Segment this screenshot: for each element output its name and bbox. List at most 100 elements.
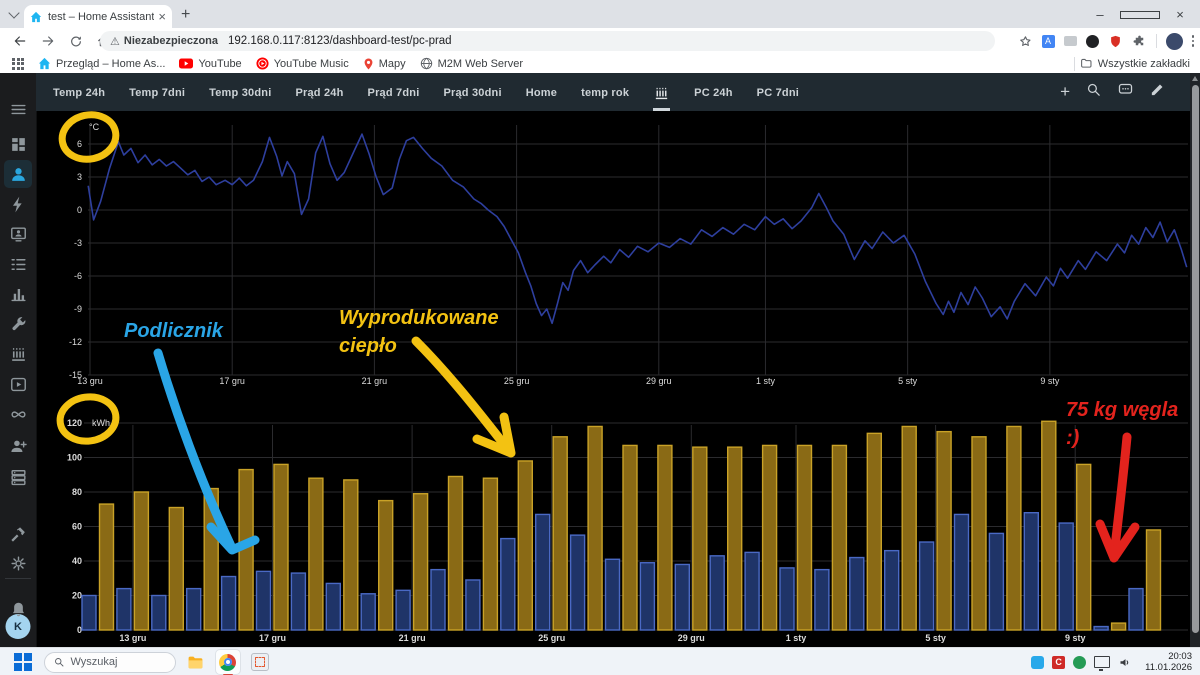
home-assistant-app: K Temp 24hTemp 7dniTemp 30dniPrąd 24hPrą…: [0, 73, 1200, 647]
sidebar-item-server[interactable]: [4, 463, 32, 491]
speaker-icon[interactable]: [1118, 655, 1133, 670]
snipping-tool-icon: [251, 653, 269, 671]
chrome-icon: [219, 654, 236, 671]
ha-header-actions: +: [1060, 73, 1166, 111]
sidebar-item-person[interactable]: [4, 160, 32, 188]
browser-toolbar: ⚠ Niezabezpieczona 192.168.0.117:8123/da…: [0, 28, 1200, 54]
time: 20:03: [1145, 651, 1192, 662]
bookmark-label: M2M Web Server: [438, 58, 523, 70]
window-minimize-button[interactable]: –: [1080, 7, 1120, 22]
snipping-tool-button[interactable]: [248, 650, 272, 674]
person-plus-icon: [9, 437, 28, 456]
scrollbar[interactable]: [1190, 73, 1200, 647]
tray-antivirus-icon[interactable]: [1073, 656, 1086, 669]
ha-tab-pc-7dni[interactable]: PC 7dni: [757, 73, 799, 111]
browser-tab[interactable]: test – Home Assistant ×: [24, 5, 172, 28]
extension-icon[interactable]: [1064, 36, 1077, 46]
browser-menu-icon[interactable]: [1192, 35, 1195, 47]
all-bookmarks-button[interactable]: Wszystkie zakładki: [1074, 57, 1190, 71]
windows-start-icon[interactable]: [14, 653, 32, 671]
menu-icon: [9, 100, 28, 119]
sidebar-item-person-badge[interactable]: [4, 220, 32, 248]
ha-view-tabs: Temp 24h Temp 7dni Temp 30dni Prąd 24h Prąd …: [53, 73, 799, 111]
url-bar[interactable]: ⚠ Niezabezpieczona 192.168.0.117:8123/da…: [100, 31, 995, 51]
network-icon[interactable]: [1094, 656, 1110, 668]
bookmark-item[interactable]: Przegląd – Home As...: [38, 57, 165, 70]
dashboard-icon: [9, 135, 28, 154]
translate-icon[interactable]: A: [1042, 35, 1055, 48]
bookmark-label: Przegląd – Home As...: [56, 58, 165, 70]
ha-pencil-button[interactable]: [1149, 81, 1166, 103]
apps-grid-icon[interactable]: [12, 58, 24, 70]
new-tab-button[interactable]: +: [181, 7, 190, 23]
ha-tab-temp-24h[interactable]: Temp 24h: [53, 73, 105, 111]
list-icon: [9, 255, 28, 274]
sidebar-item-radiator[interactable]: [4, 340, 32, 368]
windows-taskbar: Wyszukaj C 20:03 11.01.2026: [0, 647, 1200, 675]
ha-tab-pc-24h[interactable]: PC 24h: [694, 73, 733, 111]
sidebar-item-media[interactable]: [4, 370, 32, 398]
search-icon: [53, 656, 65, 668]
ha-tab-home[interactable]: Home: [526, 73, 557, 111]
window-close-button[interactable]: ×: [1160, 7, 1200, 22]
file-explorer-button[interactable]: [184, 650, 208, 674]
sidebar-item-menu[interactable]: [4, 95, 32, 123]
scrollbar-thumb[interactable]: [1192, 85, 1199, 633]
sidebar-item-chart[interactable]: [4, 280, 32, 308]
ha-tab-temp-30dni[interactable]: Temp 30dni: [209, 73, 271, 111]
taskbar-clock[interactable]: 20:03 11.01.2026: [1145, 651, 1192, 673]
bell-icon: [9, 600, 28, 619]
bookmark-item[interactable]: M2M Web Server: [420, 57, 523, 70]
tray-app-icon[interactable]: C: [1052, 656, 1065, 669]
server-icon: [9, 468, 28, 487]
ha-tab-temp-rok[interactable]: temp rok: [581, 73, 629, 111]
ha-tab-prąd-24h[interactable]: Prąd 24h: [295, 73, 343, 111]
ha-header: Temp 24h Temp 7dni Temp 30dni Prąd 24h Prąd …: [36, 73, 1190, 111]
sidebar-item-bell[interactable]: [4, 595, 32, 623]
screen: test – Home Assistant × + – × ⚠ Niezabez…: [0, 0, 1200, 675]
bookmark-item[interactable]: Mapy: [363, 57, 406, 71]
assist-icon: [1117, 81, 1134, 98]
ha-tab-prąd-30dni[interactable]: Prąd 30dni: [443, 73, 501, 111]
ha-tab-temp-7dni[interactable]: Temp 7dni: [129, 73, 185, 111]
ha-tab-prąd-7dni[interactable]: Prąd 7dni: [368, 73, 420, 111]
date: 11.01.2026: [1145, 662, 1192, 673]
home-assistant-favicon: [30, 11, 42, 23]
browser-profile-avatar[interactable]: [1166, 33, 1183, 50]
radiator-icon: [9, 345, 28, 364]
not-secure-warning-icon: ⚠: [110, 35, 120, 48]
ha-tab-radiator[interactable]: [653, 73, 670, 111]
window-maximize-button[interactable]: [1120, 7, 1160, 22]
extension-icon[interactable]: [1086, 35, 1099, 48]
sidebar-item-link[interactable]: [4, 400, 32, 428]
bookmark-item[interactable]: YouTube: [179, 58, 241, 70]
bookmark-star-icon[interactable]: [1018, 34, 1033, 49]
ha-search-button[interactable]: [1085, 81, 1102, 103]
tab-close-icon[interactable]: ×: [158, 10, 166, 23]
tab-search-chevron-icon[interactable]: [8, 8, 20, 20]
reload-icon[interactable]: [68, 33, 84, 49]
folder-icon: [187, 654, 204, 671]
chrome-button[interactable]: [216, 650, 240, 674]
adblock-shield-icon[interactable]: [1108, 34, 1123, 49]
sidebar-item-list[interactable]: [4, 250, 32, 278]
ha-assist-button[interactable]: [1117, 81, 1134, 103]
person-badge-icon: [9, 225, 28, 244]
back-icon[interactable]: [12, 33, 28, 49]
sidebar-item-gear[interactable]: [4, 549, 32, 577]
sidebar-item-hammer[interactable]: [4, 520, 32, 548]
taskbar-search[interactable]: Wyszukaj: [44, 652, 176, 673]
forward-icon[interactable]: [40, 33, 56, 49]
tab-title: test – Home Assistant: [48, 11, 154, 23]
sidebar-item-person-plus[interactable]: [4, 432, 32, 460]
extensions-puzzle-icon[interactable]: [1132, 34, 1147, 49]
bolt-icon: [9, 195, 28, 214]
bookmark-item[interactable]: YouTube Music: [256, 57, 349, 70]
sidebar-item-bolt[interactable]: [4, 190, 32, 218]
tray-app-icon[interactable]: [1031, 656, 1044, 669]
chart-icon: [9, 285, 28, 304]
ha-plus-button[interactable]: +: [1060, 83, 1070, 102]
sidebar-item-wrench[interactable]: [4, 310, 32, 338]
wrench-icon: [9, 315, 28, 334]
sidebar-item-dashboard[interactable]: [4, 130, 32, 158]
